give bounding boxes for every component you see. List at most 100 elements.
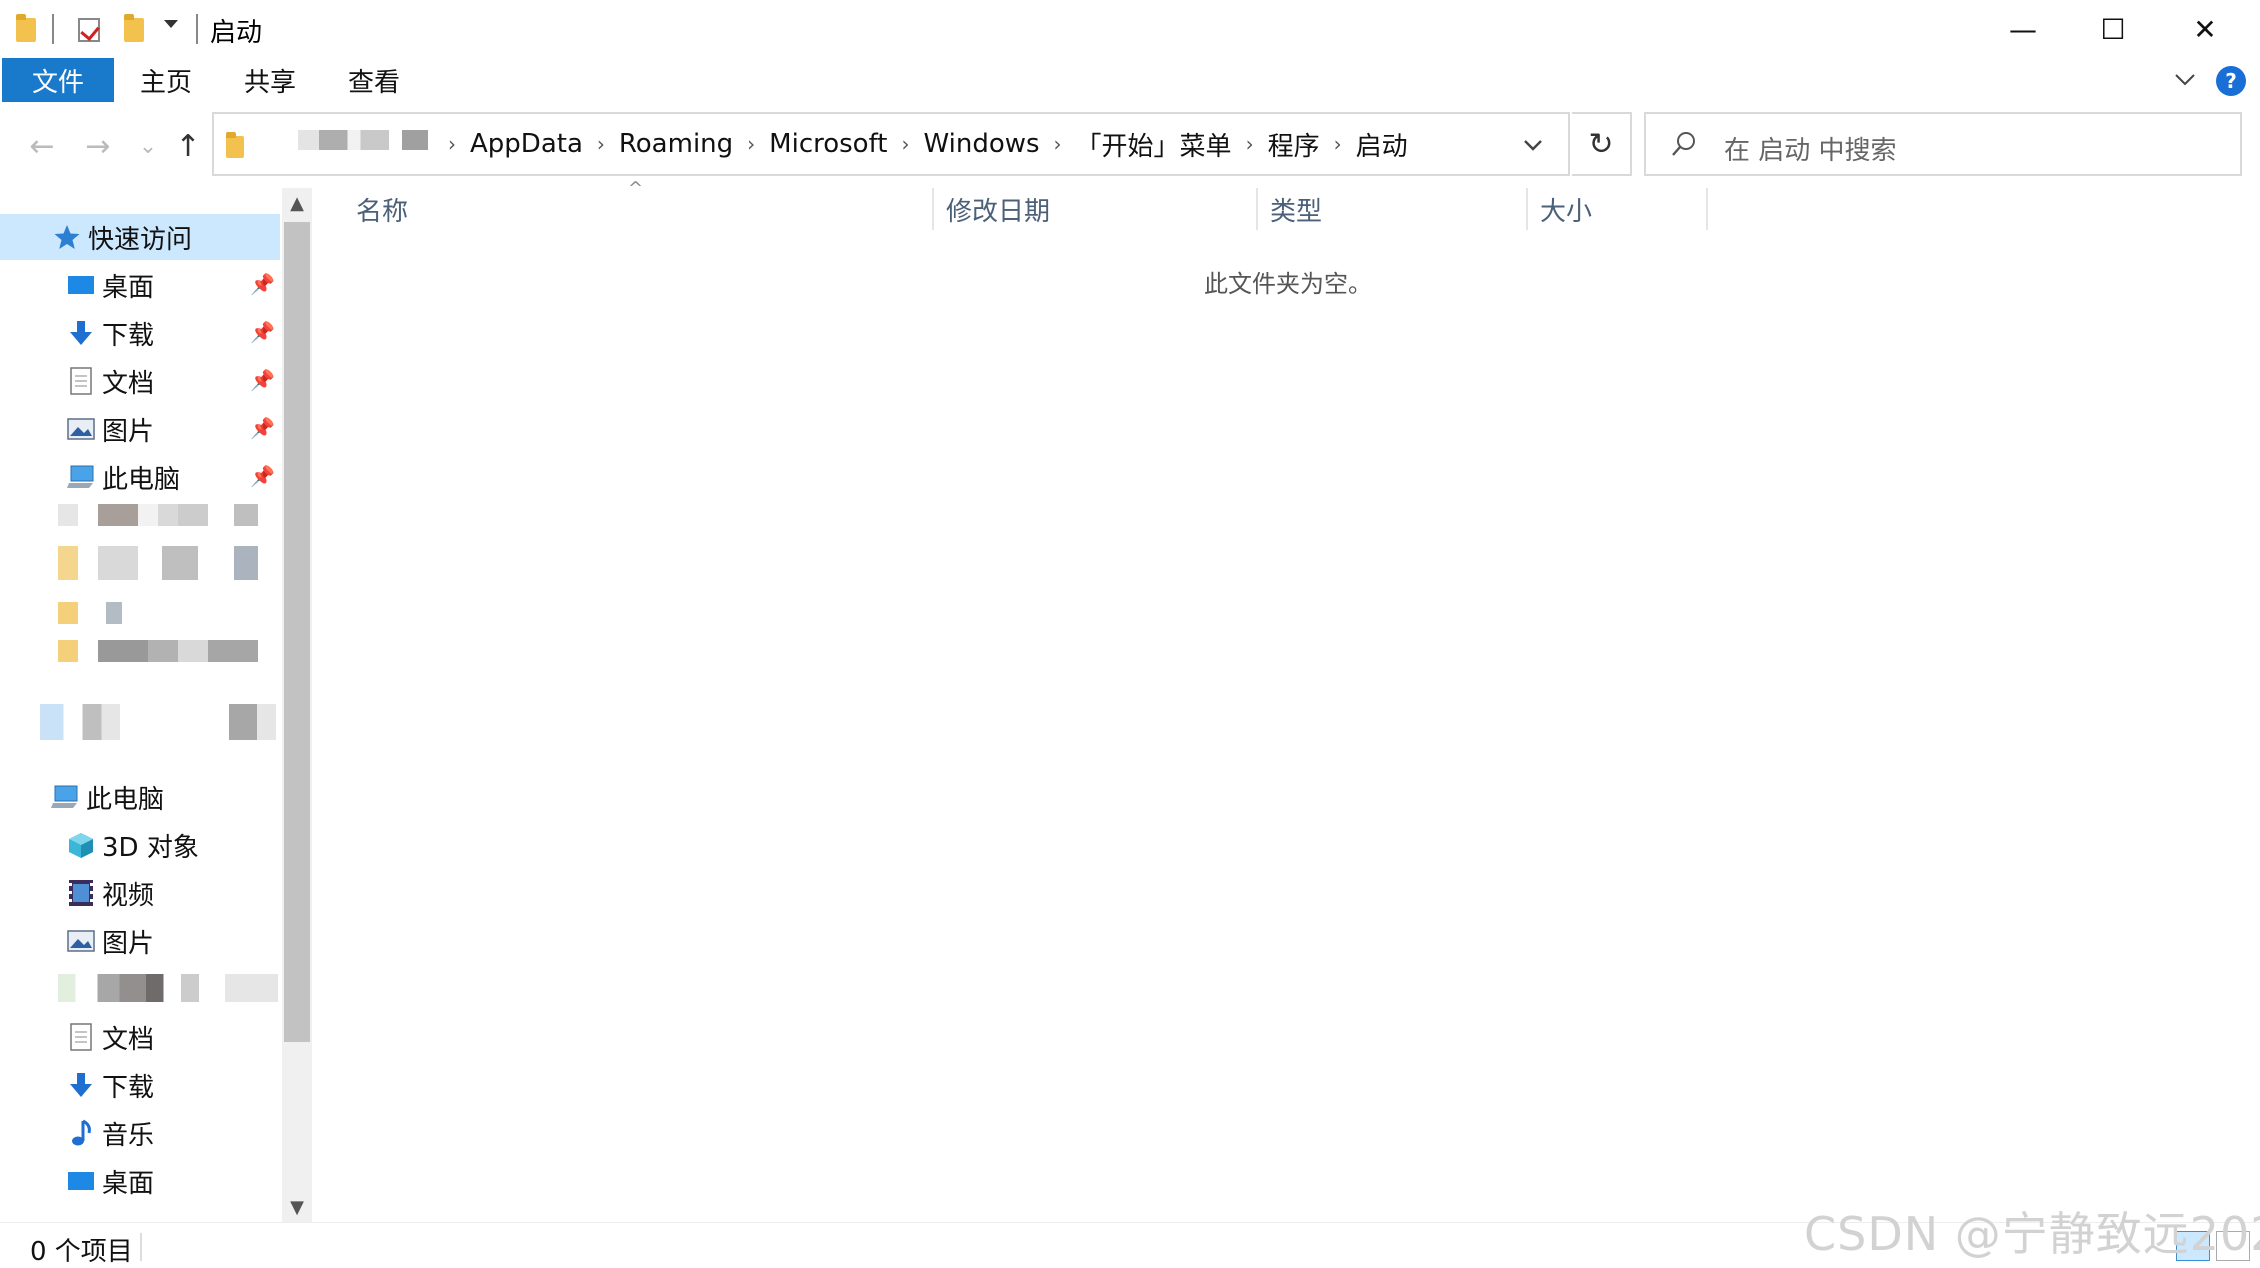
document-icon [66,366,96,396]
breadcrumb-programs[interactable]: 程序 [1268,126,1320,163]
chevron-right-icon[interactable]: › [1246,132,1254,156]
chevron-right-icon[interactable]: › [747,132,755,156]
forward-button[interactable]: → [78,126,118,166]
recent-locations-button[interactable]: ⌄ [128,126,168,166]
blurred-item [58,640,258,662]
star-icon [52,222,82,252]
column-separator[interactable] [932,188,934,230]
tree-label: 桌面 [102,1168,155,1199]
chevron-right-icon[interactable]: › [1054,132,1062,156]
tree-label: 下载 [102,320,155,351]
search-box[interactable]: 在 启动 中搜索 [1644,112,2242,176]
scroll-down-icon[interactable]: ▼ [282,1192,312,1222]
tree-item-desktop[interactable]: 桌面 [66,262,154,308]
file-list[interactable]: ^ 名称 修改日期 类型 大小 此文件夹为空。 [316,178,2260,1222]
column-size[interactable]: 大小 [1540,188,1592,230]
sort-ascending-icon: ^ [628,178,644,199]
refresh-button[interactable]: ↻ [1572,112,1632,176]
blurred-item [58,602,138,624]
address-bar[interactable]: › AppData › Roaming › Microsoft › Window… [212,112,1570,176]
breadcrumb-windows[interactable]: Windows [923,129,1039,159]
column-separator[interactable] [1706,188,1708,230]
breadcrumb-microsoft[interactable]: Microsoft [769,129,887,159]
address-row: ← → ⌄ ↑ › AppData › Roaming › Microsoft … [0,104,2260,188]
tree-item-pictures[interactable]: 图片 [66,406,154,452]
empty-folder-message: 此文件夹为空。 [1204,270,1372,298]
pin-icon[interactable]: 📌 [250,368,275,392]
column-separator[interactable] [1256,188,1258,230]
tree-label: 3D 对象 [102,832,199,863]
tree-item-this-pc-pinned[interactable]: 此电脑 [66,454,180,500]
scroll-up-icon[interactable]: ▲ [282,188,312,218]
pin-icon[interactable]: 📌 [250,272,275,296]
search-icon [1672,132,1695,156]
tree-item-pictures-pc[interactable]: 图片 [66,918,154,964]
pin-icon[interactable]: 📌 [250,464,275,488]
blurred-item [58,504,258,526]
tab-view[interactable]: 查看 [348,58,400,102]
tab-file[interactable]: 文件 [2,58,114,102]
tree-item-documents[interactable]: 文档 [66,358,154,404]
help-icon[interactable]: ? [2216,66,2246,96]
tree-label: 文档 [102,368,155,399]
maximize-button[interactable]: ☐ [2068,0,2158,58]
desktop-icon [66,1166,96,1196]
chevron-right-icon[interactable]: › [597,132,605,156]
scroll-thumb[interactable] [284,222,310,1042]
tab-share[interactable]: 共享 [244,58,296,102]
new-folder-icon[interactable] [124,14,144,46]
breadcrumb: › AppData › Roaming › Microsoft › Window… [434,114,1408,174]
breadcrumb-start-menu[interactable]: 「开始」菜单 [1076,126,1232,163]
tree-label: 图片 [102,416,155,447]
folder-icon [16,14,36,46]
desktop-icon [66,270,96,300]
minimize-button[interactable]: — [1978,0,2068,58]
tree-label: 下载 [102,1072,155,1103]
chevron-right-icon[interactable]: › [1334,132,1342,156]
column-date-modified[interactable]: 修改日期 [946,188,1050,230]
tree-item-downloads[interactable]: 下载 [66,310,154,356]
search-input[interactable]: 在 启动 中搜索 [1724,130,1897,167]
navigation-pane: 快速访问 桌面 📌 下载 📌 文档 📌 图片 📌 此电脑 📌 此电脑 3D 对象 [0,188,314,1222]
tree-item-3d-objects[interactable]: 3D 对象 [66,822,199,868]
tree-label: 快速访问 [88,224,193,255]
chevron-down-icon[interactable] [1522,134,1544,156]
close-button[interactable]: ✕ [2160,0,2250,58]
computer-icon [50,782,80,812]
chevron-right-icon[interactable]: › [901,132,909,156]
column-name[interactable]: 名称 [356,188,408,230]
blurred-item [58,974,278,1002]
blurred-item [40,704,276,740]
expand-ribbon-icon[interactable] [2174,68,2196,90]
tree-label: 此电脑 [102,464,181,495]
title-bar: 启动 — ☐ ✕ [0,0,2260,58]
tree-label: 视频 [102,880,155,911]
tree-quick-access[interactable]: 快速访问 [0,214,280,260]
tree-label: 图片 [102,928,155,959]
column-separator[interactable] [1526,188,1528,230]
tree-item-documents-pc[interactable]: 文档 [66,1014,154,1060]
breadcrumb-startup[interactable]: 启动 [1356,126,1408,163]
tree-item-downloads-pc[interactable]: 下载 [66,1062,154,1108]
breadcrumb-appdata[interactable]: AppData [470,129,583,159]
pin-icon[interactable]: 📌 [250,320,275,344]
breadcrumb-roaming[interactable]: Roaming [619,129,733,159]
tree-item-music[interactable]: 音乐 [66,1110,154,1156]
tree-label: 文档 [102,1024,155,1055]
folder-icon [226,132,244,158]
back-button[interactable]: ← [22,126,62,166]
tab-home[interactable]: 主页 [140,58,192,102]
blurred-user-folder [298,130,428,150]
customize-quick-access-icon[interactable] [164,20,178,28]
nav-scrollbar[interactable]: ▲ ▼ [282,188,312,1222]
tree-item-desktop-pc[interactable]: 桌面 [66,1158,154,1204]
tree-this-pc[interactable]: 此电脑 [50,774,164,820]
status-separator [140,1233,142,1261]
tree-item-videos[interactable]: 视频 [66,870,154,916]
document-icon [66,1022,96,1052]
download-icon [66,318,96,348]
properties-icon[interactable] [78,14,100,46]
pin-icon[interactable]: 📌 [250,416,275,440]
up-button[interactable]: ↑ [168,126,208,166]
column-type[interactable]: 类型 [1270,188,1322,230]
